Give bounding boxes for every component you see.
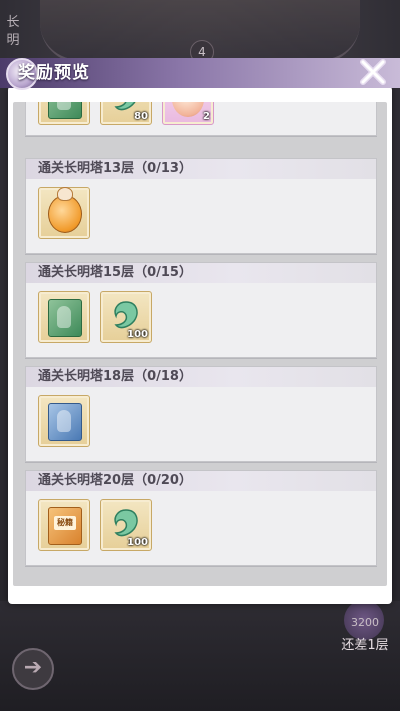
reward-slot[interactable]: 80 — [100, 102, 152, 125]
reward-slot[interactable] — [38, 102, 90, 125]
reward-card-18: 通关长明塔18层（0/18） — [25, 366, 377, 462]
peach-icon — [172, 102, 204, 117]
reward-qty: 80 — [134, 111, 148, 122]
coin-value: 3200 — [351, 616, 379, 629]
reward-qty: 100 — [127, 329, 148, 340]
secret-book-icon: 秘籍 — [48, 507, 82, 545]
green-book-icon — [48, 102, 82, 119]
dialog-title: 奖励预览 — [18, 63, 90, 83]
reward-card-20: 通关长明塔20层（0/20） 秘籍 100 — [25, 470, 377, 566]
reward-slot[interactable] — [38, 291, 90, 343]
reward-list[interactable]: 80 2 通关长明塔13层（0/13） 通关长明塔15层（0/15） 100 通… — [13, 102, 387, 586]
back-arrow-icon: ➔ — [23, 655, 43, 680]
reward-card-partial: 80 2 — [25, 102, 377, 136]
reward-slot[interactable]: 2 — [162, 102, 214, 125]
reward-condition: 通关长明塔18层（0/18） — [26, 367, 376, 387]
reward-list-frame: 80 2 通关长明塔13层（0/13） 通关长明塔15层（0/15） 100 通… — [13, 102, 387, 586]
reward-card-13: 通关长明塔13层（0/13） — [25, 158, 377, 254]
reward-slot[interactable]: 秘籍 — [38, 499, 90, 551]
reward-slot[interactable] — [38, 187, 90, 239]
cat-medal-icon — [48, 187, 82, 233]
green-book-icon — [48, 299, 82, 337]
tower-side-label: 长明 — [6, 15, 20, 48]
reward-condition: 通关长明塔15层（0/15） — [26, 263, 376, 283]
reward-condition: 通关长明塔13层（0/13） — [26, 159, 376, 179]
blue-book-icon — [48, 403, 82, 441]
close-x-icon — [360, 59, 386, 85]
reward-slot[interactable]: 100 — [100, 499, 152, 551]
reward-slot[interactable] — [38, 395, 90, 447]
reward-condition: 通关长明塔20层（0/20） — [26, 471, 376, 491]
remaining-floors-text: 还差1层 — [341, 638, 389, 653]
close-button[interactable] — [358, 58, 388, 86]
secret-book-label: 秘籍 — [54, 516, 76, 530]
reward-qty: 2 — [203, 111, 210, 122]
back-button[interactable]: ➔ — [12, 648, 54, 690]
reward-qty: 100 — [127, 537, 148, 548]
reward-slot[interactable]: 100 — [100, 291, 152, 343]
reward-card-15: 通关长明塔15层（0/15） 100 — [25, 262, 377, 358]
